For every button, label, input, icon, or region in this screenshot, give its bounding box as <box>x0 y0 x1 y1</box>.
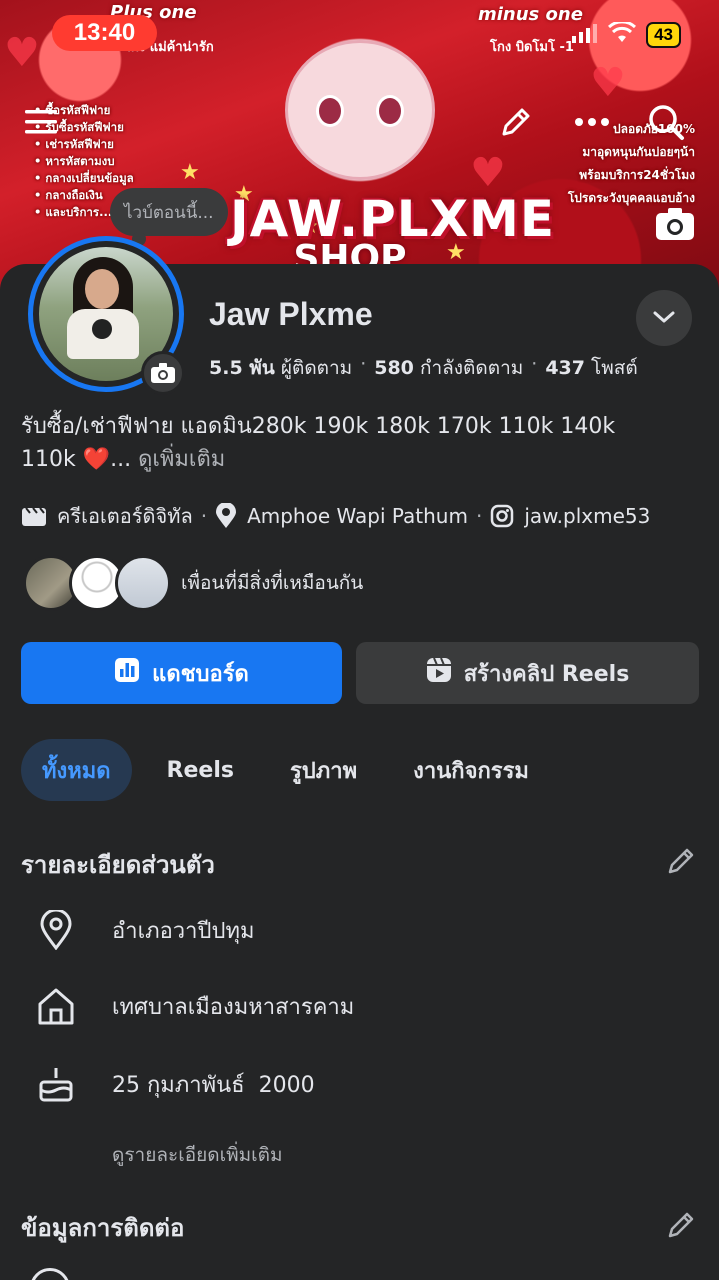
create-reels-button[interactable]: สร้างคลิป Reels <box>356 642 699 704</box>
profile-category: ครีเอเตอร์ดิจิทัล <box>57 504 193 528</box>
profile-stats: 5.5 พัน ผู้ติดตาม · 580 กำลังติดตาม · 43… <box>209 353 638 383</box>
more-options-icon[interactable] <box>570 100 614 144</box>
see-more-details-link[interactable]: ดูรายละเอียดเพิ่มเติม <box>112 1140 282 1170</box>
detail-item-home: เทศบาลเมืองมหาสารคาม <box>34 986 354 1026</box>
personal-details-title: รายละเอียดส่วนตัว <box>21 851 215 879</box>
profile-intro-row: ครีเอเตอร์ดิจิทัล · Amphoe Wapi Pathum ·… <box>21 500 650 532</box>
mutual-avatar <box>115 555 171 611</box>
following-stat[interactable]: 580 กำลังติดตาม <box>374 353 523 383</box>
profile-tabs: ทั้งหมด Reels รูปภาพ งานกิจกรรม <box>21 739 564 801</box>
profile-switch-dropdown[interactable] <box>636 290 692 346</box>
note-bubble-text: ไวบ์ตอนนี้... <box>124 202 214 223</box>
location-pin-icon <box>215 503 237 529</box>
status-indicators: 43 <box>572 20 681 48</box>
location-pin-icon <box>34 910 78 950</box>
detail-item-location: อำเภอวาปีปทุม <box>34 910 254 950</box>
tab-all[interactable]: ทั้งหมด <box>21 739 132 801</box>
reels-icon <box>426 657 452 689</box>
instagram-icon <box>490 504 514 528</box>
cover-chip-right: minus one <box>478 4 583 25</box>
battery-indicator: 43 <box>646 22 681 48</box>
create-reels-label: สร้างคลิป Reels <box>463 661 630 687</box>
mutual-label: เพื่อนที่มีสิ่งที่เหมือนกัน <box>181 572 364 594</box>
birthday-cake-icon <box>34 1064 78 1104</box>
clapperboard-icon <box>21 505 47 527</box>
profile-name: Jaw Plxme <box>209 296 373 332</box>
home-icon <box>34 986 78 1026</box>
detail-item-birthday: 25 กุมภาพันธ์ 2000 <box>34 1064 315 1104</box>
bio-line: 110k <box>21 447 76 472</box>
mutual-friends[interactable]: เพื่อนที่มีสิ่งที่เหมือนกัน <box>23 555 363 611</box>
cover-camera-icon[interactable] <box>655 204 695 244</box>
signal-icon <box>572 23 598 47</box>
search-icon[interactable] <box>644 100 688 144</box>
tab-reels[interactable]: Reels <box>146 739 255 801</box>
status-time: 13:40 <box>52 15 157 51</box>
anime-character-art <box>285 40 435 180</box>
avatar-camera-icon[interactable] <box>141 351 185 395</box>
pencil-icon <box>667 845 697 879</box>
followers-stat[interactable]: 5.5 พัน ผู้ติดตาม <box>209 353 352 383</box>
posts-stat[interactable]: 437 โพสต์ <box>545 353 637 383</box>
edit-pencil-icon[interactable] <box>494 100 538 144</box>
see-more-link[interactable]: ดูเพิ่มเติม <box>138 447 225 472</box>
detail-text: เทศบาลเมืองมหาสารคาม <box>112 994 355 1020</box>
note-bubble[interactable]: ไวบ์ตอนนี้... <box>110 188 228 246</box>
dashboard-label: แดชบอร์ด <box>152 661 249 687</box>
edit-details-button[interactable] <box>662 842 702 882</box>
cover-chip-right-sub: โกง บิดโมโ -1 <box>490 40 574 55</box>
star-decoration: ★ <box>180 160 200 185</box>
chevron-down-icon <box>652 309 676 328</box>
menu-icon[interactable] <box>20 100 64 144</box>
wifi-icon <box>608 20 637 48</box>
bio-line: รับซื้อ/เช่าฟีฟาย แอดมิน280k 190k 180k 1… <box>21 414 616 439</box>
instagram-handle[interactable]: jaw.plxme53 <box>524 504 650 528</box>
bar-chart-icon <box>114 657 140 689</box>
dashboard-button[interactable]: แดชบอร์ด <box>21 642 342 704</box>
profile-bio: รับซื้อ/เช่าฟีฟาย แอดมิน280k 190k 180k 1… <box>21 410 701 476</box>
contact-info-title: ข้อมูลการติดต่อ <box>21 1214 185 1242</box>
detail-text: อำเภอวาปีปทุม <box>112 918 255 944</box>
tab-events[interactable]: งานกิจกรรม <box>392 739 550 801</box>
edit-contact-button[interactable] <box>662 1206 702 1246</box>
bio-ellipsis: ... <box>110 447 132 472</box>
detail-text: 25 กุมภาพันธ์ 2000 <box>112 1072 315 1098</box>
heart-emoji: ❤️ <box>82 447 111 472</box>
profile-location[interactable]: Amphoe Wapi Pathum <box>247 504 468 528</box>
tab-photos[interactable]: รูปภาพ <box>269 739 378 801</box>
pencil-icon <box>667 1209 697 1243</box>
heart-decoration: ♥ <box>4 30 40 76</box>
